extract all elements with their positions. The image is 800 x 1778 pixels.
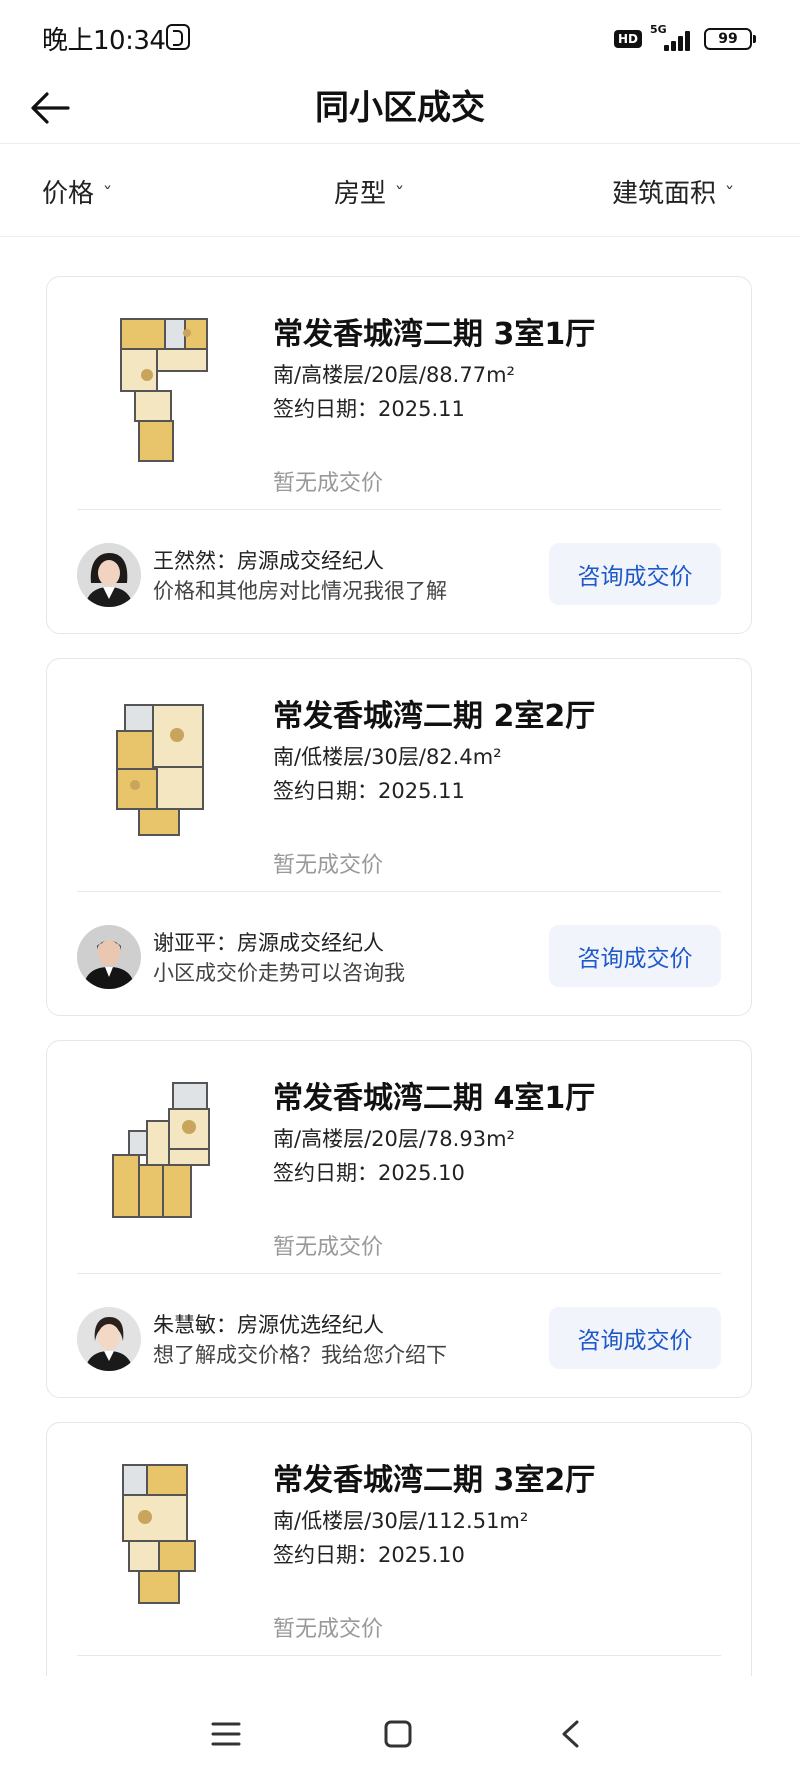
floorplan-image (99, 1069, 229, 1237)
listing-title: 常发香城湾二期 3室1厅 (273, 317, 596, 352)
home-icon (384, 1720, 412, 1748)
listing-price: 暂无成交价 (273, 471, 384, 496)
listing-title: 常发香城湾二期 3室2厅 (273, 1463, 596, 1498)
filter-price[interactable]: 价格 ˅ (42, 145, 113, 237)
transaction-list: 常发香城湾二期 3室1厅 南/高楼层/20层/88.77m² 签约日期：2025… (46, 276, 752, 1676)
listing-card[interactable]: 常发香城湾二期 4室1厅 南/高楼层/20层/78.93m² 签约日期：2025… (46, 1040, 752, 1398)
listing-price: 暂无成交价 (273, 1235, 384, 1260)
divider (77, 1273, 721, 1274)
agent-name-role: 王然然：房源成交经纪人 (153, 549, 384, 573)
avatar[interactable] (77, 1307, 141, 1371)
listing-sign-date: 签约日期：2025.11 (273, 397, 465, 421)
network-type: 5G (650, 23, 667, 36)
consult-price-button[interactable]: 咨询成交价 (549, 925, 721, 987)
consult-price-button[interactable]: 咨询成交价 (549, 1307, 721, 1369)
agent-name-role: 谢亚平：房源成交经纪人 (153, 931, 384, 955)
listing-card[interactable]: 常发香城湾二期 3室2厅 南/低楼层/30层/112.51m² 签约日期：202… (46, 1422, 752, 1676)
divider (77, 509, 721, 510)
filter-bar: 价格 ˅ 房型 ˅ 建筑面积 ˅ (0, 145, 800, 237)
listing-price: 暂无成交价 (273, 853, 384, 878)
listing-sign-date: 签约日期：2025.10 (273, 1161, 465, 1185)
chevron-down-icon: ˅ (724, 185, 735, 201)
signal-icon: 5G (650, 23, 696, 53)
listing-spec: 南/低楼层/30层/82.4m² (273, 745, 502, 769)
battery-icon: 99 (704, 28, 756, 50)
hd-badge: HD (613, 30, 642, 48)
agent-photo (77, 1307, 141, 1371)
consult-price-button[interactable]: 咨询成交价 (549, 543, 721, 605)
back-icon (562, 1720, 579, 1748)
avatar[interactable] (77, 925, 141, 989)
listing-spec: 南/低楼层/30层/112.51m² (273, 1509, 529, 1533)
divider (77, 1655, 721, 1656)
listing-title: 常发香城湾二期 4室1厅 (273, 1081, 596, 1116)
chevron-down-icon: ˅ (394, 185, 405, 201)
listing-title: 常发香城湾二期 2室2厅 (273, 699, 596, 734)
agent-message: 小区成交价走势可以咨询我 (153, 961, 405, 985)
filter-label: 建筑面积 (612, 178, 717, 209)
agent-message: 价格和其他房对比情况我很了解 (153, 579, 447, 603)
divider (77, 891, 721, 892)
nfc-icon (166, 24, 190, 50)
battery-level: 99 (718, 31, 738, 47)
floorplan-image (99, 1451, 229, 1619)
system-nav-bar (0, 1690, 800, 1778)
filter-label: 房型 (334, 178, 387, 209)
menu-icon (211, 1722, 241, 1746)
agent-message: 想了解成交价格？我给您介绍下 (153, 1343, 447, 1367)
listing-sign-date: 签约日期：2025.11 (273, 779, 465, 803)
floorplan-image (99, 687, 229, 855)
listing-card[interactable]: 常发香城湾二期 3室1厅 南/高楼层/20层/88.77m² 签约日期：2025… (46, 276, 752, 634)
listing-price: 暂无成交价 (273, 1617, 384, 1642)
avatar[interactable] (77, 543, 141, 607)
agent-name-role: 朱慧敏：房源优选经纪人 (153, 1313, 384, 1337)
status-bar: 晚上10:34 HD 5G 99 (0, 0, 800, 72)
page-title: 同小区成交 (315, 88, 485, 128)
system-back-button[interactable] (540, 1704, 600, 1764)
home-button[interactable] (368, 1704, 428, 1764)
agent-photo (77, 543, 141, 607)
agent-photo (77, 925, 141, 989)
listing-spec: 南/高楼层/20层/88.77m² (273, 363, 515, 387)
menu-button[interactable] (196, 1704, 256, 1764)
status-time: 晚上10:34 (42, 26, 166, 56)
filter-layout[interactable]: 房型 ˅ (334, 145, 405, 237)
filter-area[interactable]: 建筑面积 ˅ (612, 145, 735, 237)
status-indicators: HD 5G 99 (613, 23, 756, 54)
floorplan-image (99, 305, 229, 473)
filter-label: 价格 (42, 178, 95, 209)
header: 同小区成交 (0, 72, 800, 144)
listing-card[interactable]: 常发香城湾二期 2室2厅 南/低楼层/30层/82.4m² 签约日期：2025.… (46, 658, 752, 1016)
chevron-down-icon: ˅ (102, 185, 113, 201)
listing-spec: 南/高楼层/20层/78.93m² (273, 1127, 515, 1151)
listing-sign-date: 签约日期：2025.10 (273, 1543, 465, 1567)
